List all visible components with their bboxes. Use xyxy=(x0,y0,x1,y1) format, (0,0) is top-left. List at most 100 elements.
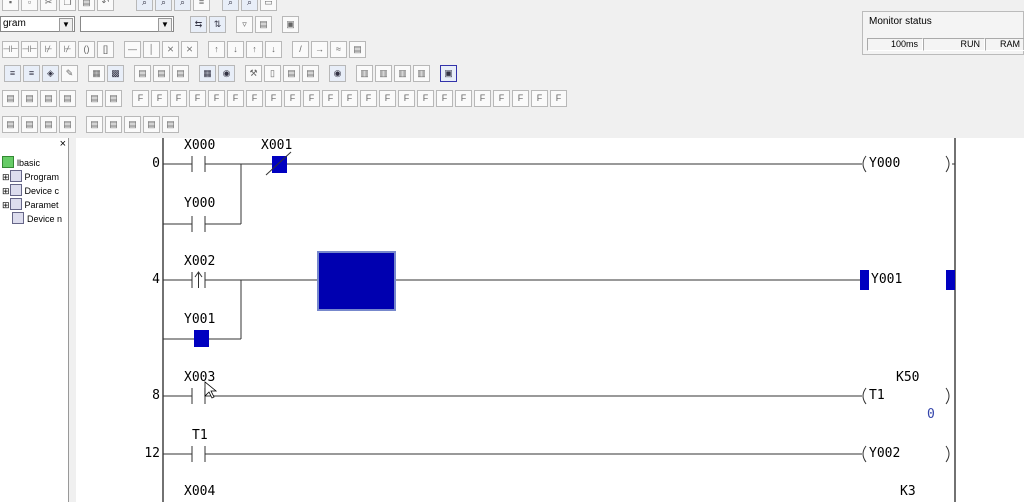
parallel-open-contact-icon[interactable]: ⊣⊢ xyxy=(21,40,38,58)
tree-item-program[interactable]: ⊞ Program xyxy=(2,170,59,184)
vline-icon[interactable]: │ xyxy=(143,40,160,58)
comment-icon[interactable]: ▦ xyxy=(88,64,105,82)
undo-icon[interactable]: ↶ xyxy=(97,0,114,11)
tree-item-parameter[interactable]: ⊞ Paramet xyxy=(2,198,59,212)
window-icon[interactable]: ▭ xyxy=(260,0,277,11)
fn-icon-19[interactable]: F xyxy=(360,89,377,107)
device-batch-icon[interactable]: ◉ xyxy=(218,64,235,82)
fn-icon-20[interactable]: F xyxy=(379,89,396,107)
fn-icon-16[interactable]: F xyxy=(303,89,320,107)
monitor-mode-icon[interactable]: ◈ xyxy=(42,64,59,82)
mark-icon[interactable]: ≈ xyxy=(330,40,347,58)
fn-icon-3[interactable]: ▤ xyxy=(40,89,57,107)
fn-icon-7[interactable]: F xyxy=(132,89,149,107)
table3-icon[interactable]: ▥ xyxy=(394,64,411,82)
fn-icon-10[interactable]: F xyxy=(189,89,206,107)
chevron-down-icon[interactable]: ▼ xyxy=(158,18,172,32)
invert-icon[interactable]: / xyxy=(292,40,309,58)
fn-icon-13[interactable]: F xyxy=(246,89,263,107)
fn-icon-28[interactable]: F xyxy=(531,89,548,107)
y001-coil-energized[interactable] xyxy=(860,270,869,290)
rising-edge-icon[interactable]: ↑ xyxy=(208,40,225,58)
save-icon[interactable]: ▪ xyxy=(2,0,19,11)
print-icon[interactable]: ▫ xyxy=(21,0,38,11)
parallel-falling-icon[interactable]: ↓ xyxy=(265,40,282,58)
misc-icon-6[interactable]: ▤ xyxy=(105,115,122,133)
fn-icon-14[interactable]: F xyxy=(265,89,282,107)
coil-icon[interactable]: () xyxy=(78,40,95,58)
misc-icon-2[interactable]: ▤ xyxy=(21,115,38,133)
fn-icon-4[interactable]: ▤ xyxy=(59,89,76,107)
misc-icon-8[interactable]: ▤ xyxy=(143,115,160,133)
chevron-down-icon[interactable]: ▼ xyxy=(59,18,73,32)
write-mode-icon[interactable]: ✎ xyxy=(61,64,78,82)
parallel-rising-icon[interactable]: ↑ xyxy=(246,40,263,58)
program-combo[interactable]: gram ▼ xyxy=(0,16,75,32)
transfer-icon[interactable]: ⇆ xyxy=(190,15,207,33)
y000-coil[interactable] xyxy=(862,155,867,173)
device-test-icon[interactable]: ⚒ xyxy=(245,64,262,82)
table4-icon[interactable]: ▥ xyxy=(413,64,430,82)
fn-icon-12[interactable]: F xyxy=(227,89,244,107)
entry-icon[interactable]: ▤ xyxy=(283,64,300,82)
misc-icon-3[interactable]: ▤ xyxy=(40,115,57,133)
cut-icon[interactable]: ✂ xyxy=(40,0,57,11)
delete-vline-icon[interactable]: ⨯ xyxy=(181,40,198,58)
ladder-tool-icon[interactable]: ▤ xyxy=(349,40,366,58)
ladder-mode-icon[interactable]: ≡ xyxy=(23,64,40,82)
fn-icon-27[interactable]: F xyxy=(512,89,529,107)
x001-contact-energized[interactable] xyxy=(272,156,287,173)
timing-icon[interactable]: ▯ xyxy=(264,64,281,82)
fn-icon-25[interactable]: F xyxy=(474,89,491,107)
misc-icon-5[interactable]: ▤ xyxy=(86,115,103,133)
read-icon[interactable]: ▿ xyxy=(236,15,253,33)
misc-icon-4[interactable]: ▤ xyxy=(59,115,76,133)
search-icon[interactable]: ⌕ xyxy=(222,0,239,11)
statement-icon[interactable]: ▩ xyxy=(107,64,124,82)
fn-icon-2[interactable]: ▤ xyxy=(21,89,38,107)
diagnosis-icon[interactable]: ◉ xyxy=(329,64,346,82)
find-icon[interactable]: ⌕ xyxy=(136,0,153,11)
zoom-icon[interactable]: ⌕ xyxy=(174,0,191,11)
table2-icon[interactable]: ▥ xyxy=(375,64,392,82)
y001-contact-energized[interactable] xyxy=(194,330,209,347)
register-icon[interactable]: ▤ xyxy=(302,64,319,82)
copy-icon[interactable]: ❐ xyxy=(59,0,76,11)
fn-icon-29[interactable]: F xyxy=(550,89,567,107)
fn-icon-8[interactable]: F xyxy=(151,89,168,107)
ladder-canvas[interactable]: 0 4 8 12 X000 X001 Y000 Y000 X002 Y001 Y… xyxy=(76,138,1024,502)
cross-ref-icon[interactable]: ▦ xyxy=(199,64,216,82)
fn-icon-22[interactable]: F xyxy=(417,89,434,107)
fn-icon-18[interactable]: F xyxy=(341,89,358,107)
energized-instruction-block[interactable] xyxy=(317,251,396,311)
tree-item-device-memory[interactable]: Device n xyxy=(12,212,62,226)
falling-edge-icon[interactable]: ↓ xyxy=(227,40,244,58)
hline-icon[interactable]: — xyxy=(124,40,141,58)
closed-contact-icon[interactable]: ⊬ xyxy=(40,40,57,58)
tree-item-device-comment[interactable]: ⊞ Device c xyxy=(2,184,59,198)
device-icon[interactable]: ▤ xyxy=(172,64,189,82)
window-select-icon[interactable]: ▣ xyxy=(440,64,457,82)
instruction-icon[interactable]: [] xyxy=(97,40,114,58)
paste-icon[interactable]: ▤ xyxy=(78,0,95,11)
fn-icon-23[interactable]: F xyxy=(436,89,453,107)
fn-icon-26[interactable]: F xyxy=(493,89,510,107)
arrow-icon[interactable]: → xyxy=(311,40,328,58)
close-icon[interactable]: × xyxy=(60,138,66,150)
write-icon[interactable]: ▤ xyxy=(255,15,272,33)
tree-item-root[interactable]: lbasic xyxy=(2,156,40,170)
misc-icon-7[interactable]: ▤ xyxy=(124,115,141,133)
device-combo[interactable]: ▼ xyxy=(80,16,174,32)
fn-icon-21[interactable]: F xyxy=(398,89,415,107)
fn-icon-6[interactable]: ▤ xyxy=(105,89,122,107)
fn-icon-17[interactable]: F xyxy=(322,89,339,107)
misc-icon-9[interactable]: ▤ xyxy=(162,115,179,133)
note-icon[interactable]: ▤ xyxy=(134,64,151,82)
verify-icon[interactable]: ▣ xyxy=(282,15,299,33)
fn-icon-1[interactable]: ▤ xyxy=(2,89,19,107)
fn-icon-15[interactable]: F xyxy=(284,89,301,107)
list-icon[interactable]: ≡ xyxy=(193,0,210,11)
monitor-search-icon[interactable]: ⌕ xyxy=(241,0,258,11)
alias-icon[interactable]: ▤ xyxy=(153,64,170,82)
open-contact-icon[interactable]: ⊣⊢ xyxy=(2,40,19,58)
